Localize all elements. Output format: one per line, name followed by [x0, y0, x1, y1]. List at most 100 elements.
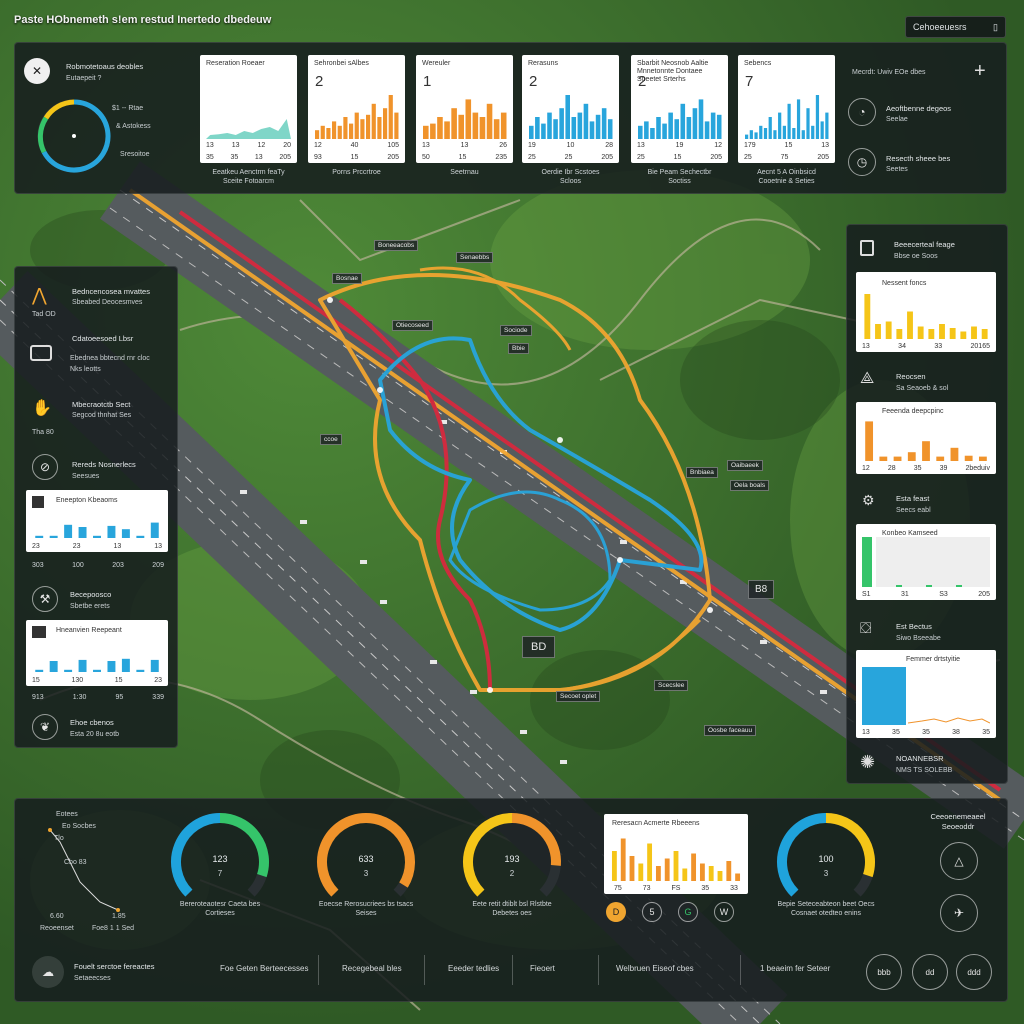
map-tag[interactable]: Boneeacobs	[374, 240, 419, 251]
bar	[589, 121, 595, 139]
chip-button[interactable]: 5	[642, 902, 662, 922]
right-chart-card[interactable]: Femmer drtstyitie 13 35 35 38 35	[856, 650, 996, 738]
compass-icon[interactable]: ⊘	[32, 454, 58, 480]
tick-label: S1	[862, 591, 871, 598]
footer-button[interactable]: dd	[912, 954, 948, 990]
card-ticks: 19 10 28	[528, 142, 613, 149]
bar	[650, 128, 655, 139]
plane-icon[interactable]: ✈	[940, 894, 978, 932]
wrench-icon[interactable]: ⚙	[862, 492, 875, 509]
right-chart-card[interactable]: Nessent foncs 13 34 33 20165	[856, 272, 996, 352]
bar	[682, 868, 688, 881]
bar	[383, 108, 388, 139]
header-chart-card[interactable]: Rerasuns 2 19 10 28 25 25 205	[522, 55, 619, 163]
card-ticks: 23 23 13 13	[32, 543, 162, 550]
area-series	[206, 119, 291, 139]
footer-link[interactable]: 1 beaeim fer Seteer	[760, 964, 830, 973]
map-tag[interactable]: Bosnae	[332, 273, 363, 284]
leaf-icon[interactable]: ❦	[32, 714, 58, 740]
map-tag[interactable]: Oosbe faceauu	[704, 725, 757, 736]
bar	[349, 123, 354, 139]
header-chart-card[interactable]: Sebencs 7 179 15 13 25 75 205	[738, 55, 835, 163]
map-tag[interactable]: Oela boals	[730, 480, 770, 491]
bus-icon[interactable]	[860, 240, 874, 256]
map-tag[interactable]: ccoe	[320, 434, 342, 445]
tower-icon[interactable]: ⟁	[860, 370, 874, 388]
chip-button[interactable]: G	[678, 902, 698, 922]
map-tag[interactable]: Oaibaeek	[727, 460, 763, 471]
truck-icon[interactable]	[30, 345, 52, 361]
map-tag[interactable]: Senaebbs	[456, 252, 494, 263]
footer-link[interactable]: Eeeder tedlies	[448, 964, 499, 973]
tick-label: 205	[817, 154, 829, 161]
bus-icon	[32, 626, 46, 638]
header-chart-card[interactable]: Wereuler 1 13 13 26 50 15 235	[416, 55, 513, 163]
tick-label: 205	[710, 154, 722, 161]
top-menu-label: Cehoeeuesrs	[913, 22, 967, 32]
header-card-bars	[206, 119, 291, 139]
bar	[565, 95, 570, 139]
map-tag[interactable]: Bnbiaea	[686, 467, 718, 478]
header-chart-card[interactable]: Reseration Roeaer 13 13 12 20 35 35 13 205	[200, 55, 297, 163]
route-icon[interactable]: ⋀	[32, 285, 47, 306]
header-chart-card[interactable]: Sehronbei sAlbes 2 12 40 105 93 15 205	[308, 55, 405, 163]
tick-label: 13	[862, 729, 870, 736]
hand-icon[interactable]: ✋	[32, 398, 52, 418]
header-chart-card[interactable]: Sbarbit Neosnob Aaltie Mnnetonnte Dontae…	[631, 55, 728, 163]
bar	[136, 669, 145, 672]
speed-icon[interactable]: ◔	[848, 98, 876, 126]
tick-label: 15	[458, 154, 467, 161]
footer-button[interactable]: ddd	[956, 954, 992, 990]
footer-link[interactable]: Recegebeal bles	[342, 964, 402, 973]
left-chart-card[interactable]: Hneanvien Reepeant 15 130 15 23	[26, 620, 168, 686]
clock-icon[interactable]: ◷	[848, 148, 876, 176]
circular-gauge	[37, 99, 111, 173]
sun-icon[interactable]: ✺	[860, 752, 875, 773]
tick-label: 39	[939, 465, 948, 472]
map-tag[interactable]: Otiecoseed	[392, 320, 433, 331]
map-tag[interactable]: Sociode	[500, 325, 532, 336]
card-title: Reseration Roeaer	[206, 60, 265, 67]
gauge-caption-sub: Debetes oes	[492, 910, 532, 917]
bar	[320, 125, 325, 139]
chip-button[interactable]: W	[714, 902, 734, 922]
left-chart-card[interactable]: Eneepton Kbeaoms 23 23 13 13	[26, 490, 168, 552]
tick-label: 105	[387, 142, 399, 149]
footer-link[interactable]: Welbruen Eiseof cbes	[616, 964, 694, 973]
left-item-sub: Ebednea bbtecnd rnr cloc	[70, 355, 150, 362]
footer-left-sub: Setaeecses	[74, 975, 111, 982]
left-card2-foot: 913 1:30 95 339	[32, 694, 164, 701]
tool-icon[interactable]: ⚒	[32, 586, 58, 612]
chip-button[interactable]: D	[606, 902, 626, 922]
map-tag[interactable]: BD	[522, 636, 556, 658]
bottom-chart-card[interactable]: Reresacn Acmerte Rbeeens 75 73 FS 35 33	[604, 814, 748, 894]
tick-label: 93	[314, 154, 322, 161]
card-ticks: 13 34 33 20165	[862, 343, 990, 350]
bar	[423, 125, 429, 139]
alert-icon[interactable]: △	[940, 842, 978, 880]
map-tag[interactable]: Scecslee	[654, 680, 689, 691]
footer-link[interactable]: Fieoert	[530, 964, 555, 973]
footer-link[interactable]: Foe Geten Berteecesses	[220, 964, 309, 973]
right-item-sub: NMS TS SOLEBB	[896, 767, 953, 774]
footer-button[interactable]: bbb	[866, 954, 902, 990]
tick-label: 13	[460, 142, 469, 149]
bar	[35, 669, 44, 672]
right-chart-card[interactable]: Konbeo Kamseed S1 31 S3 205	[856, 524, 996, 600]
bar	[656, 117, 661, 139]
map-tag[interactable]: Secoet oplet	[556, 691, 601, 702]
map-tag[interactable]: Bbie	[508, 343, 530, 354]
card-ticks2: 93 15 205	[314, 154, 399, 161]
bar	[64, 524, 73, 538]
add-icon[interactable]: +	[974, 60, 986, 83]
stack-icon[interactable]: ⛋	[860, 620, 871, 637]
bar	[360, 119, 365, 139]
top-menu-button[interactable]: Cehoeeuesrs ▯	[905, 16, 1006, 38]
card-ticks: 12 28 35 39 2beduiv	[862, 465, 990, 472]
map-tag[interactable]: B8	[748, 580, 775, 599]
right-chart-card[interactable]: Feeenda deepcpinc 12 28 35 39 2beduiv	[856, 402, 996, 474]
card-ticks2: 50 15 235	[422, 154, 507, 161]
chat-icon[interactable]: ☁	[32, 956, 64, 988]
tick-label: 75	[614, 885, 622, 892]
bar	[343, 117, 348, 139]
